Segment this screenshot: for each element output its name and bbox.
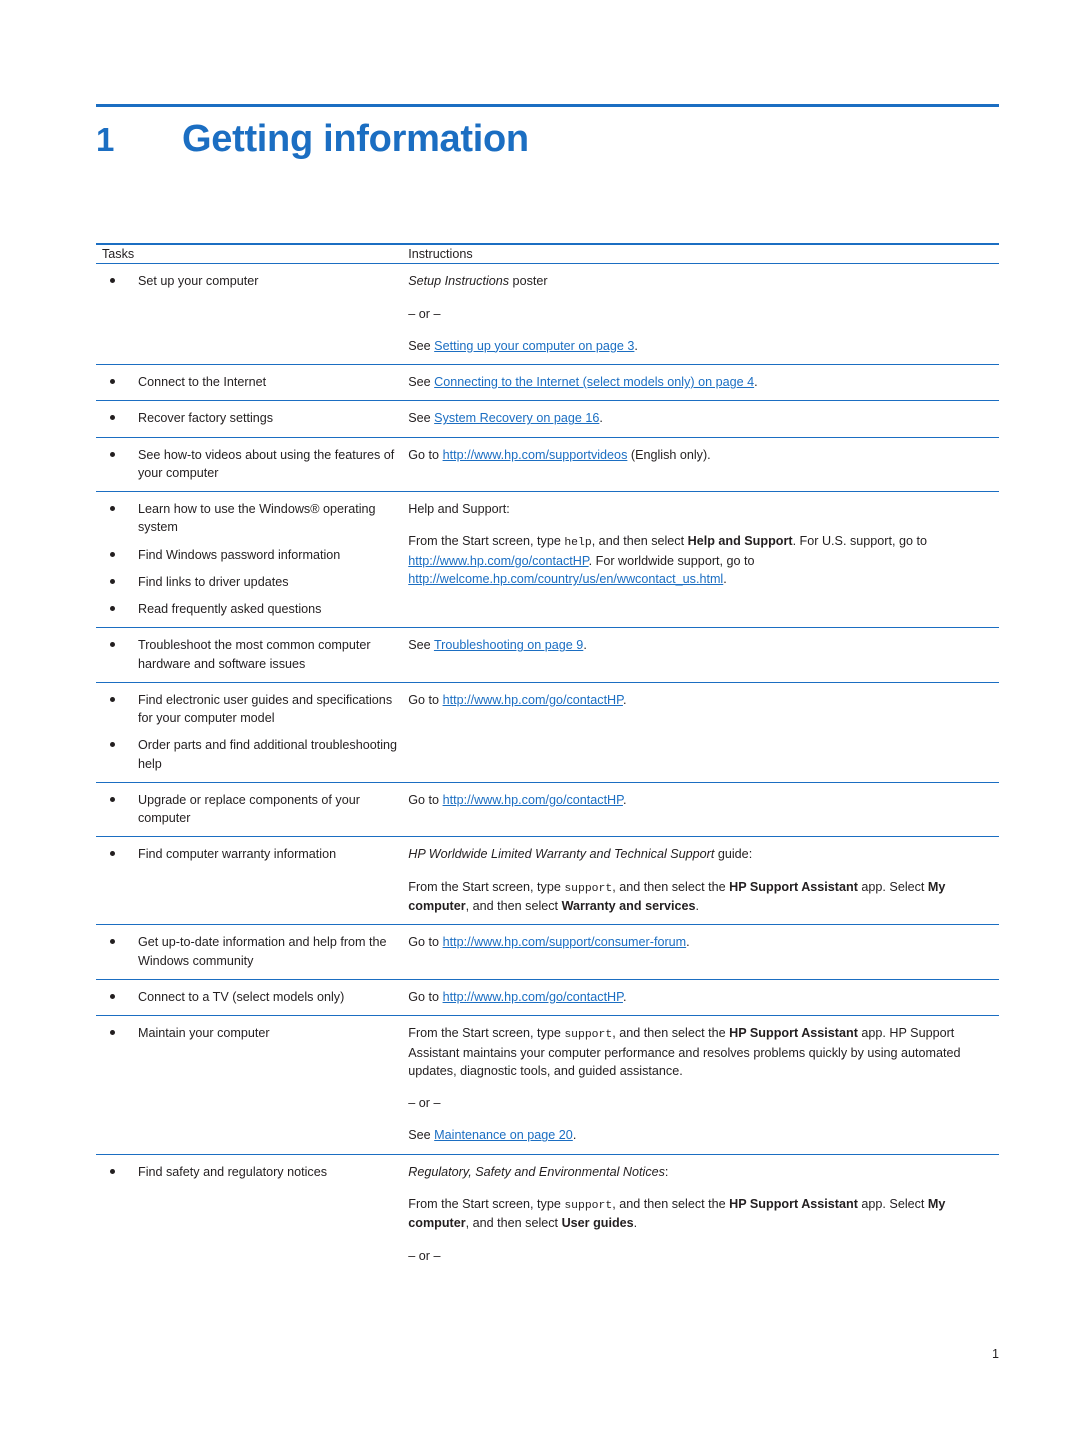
list-item: Upgrade or replace components of your co…	[102, 791, 402, 828]
chapter-title: Getting information	[182, 118, 529, 160]
page-number: 1	[991, 1347, 999, 1361]
task-list: Upgrade or replace components of your co…	[102, 791, 402, 828]
instruction-cell: See Troubleshooting on page 9.	[402, 627, 999, 683]
list-item: Connect to the Internet	[102, 373, 402, 391]
task-cell: Find safety and regulatory notices	[96, 1154, 402, 1274]
instruction-cell: From the Start screen, type support, and…	[402, 1015, 999, 1155]
cross-reference-link[interactable]: http://welcome.hp.com/country/us/en/wwco…	[408, 572, 723, 586]
instruction-cell: Go to http://www.hp.com/supportvideos (E…	[402, 437, 999, 492]
task-list: Maintain your computer	[102, 1024, 402, 1042]
table-row: Maintain your computer From the Start scr…	[96, 1015, 999, 1155]
table-row: Find electronic user guides and specific…	[96, 682, 999, 783]
task-list: Connect to the Internet	[102, 373, 402, 391]
table-row: Find computer warranty information HP Wor…	[96, 836, 999, 926]
cross-reference-link[interactable]: http://www.hp.com/go/contactHP	[443, 693, 623, 707]
tasks-instructions-table: Tasks Instructions Set up your computer S…	[96, 243, 999, 1274]
cross-reference-link[interactable]: Connecting to the Internet (select model…	[434, 375, 754, 389]
instruction-cell: See Connecting to the Internet (select m…	[402, 364, 999, 402]
task-cell: Recover factory settings	[96, 400, 403, 438]
column-header-instructions: Instructions	[402, 243, 999, 265]
list-item: Read frequently asked questions	[102, 600, 402, 618]
cross-reference-link[interactable]: Maintenance on page 20	[434, 1128, 573, 1142]
instruction-cell: HP Worldwide Limited Warranty and Techni…	[402, 836, 999, 926]
list-item: Learn how to use the Windows® operating …	[102, 500, 402, 537]
cross-reference-link[interactable]: http://www.hp.com/supportvideos	[443, 448, 628, 462]
task-list: Set up your computer	[102, 272, 402, 290]
task-cell: See how-to videos about using the featur…	[96, 437, 403, 492]
list-item: Set up your computer	[102, 272, 402, 290]
task-list: Find computer warranty information	[102, 845, 402, 863]
page-title: 1 Getting information	[96, 118, 999, 161]
chapter-number: 1	[96, 121, 115, 158]
table-row: See how-to videos about using the featur…	[96, 437, 999, 492]
column-header-tasks: Tasks	[96, 243, 403, 265]
task-cell: Maintain your computer	[96, 1015, 403, 1155]
list-item: Find electronic user guides and specific…	[102, 691, 402, 728]
task-cell: Find electronic user guides and specific…	[96, 682, 403, 783]
cross-reference-link[interactable]: http://www.hp.com/go/contactHP	[443, 793, 623, 807]
task-cell: Find computer warranty information	[96, 836, 403, 926]
instruction-cell: See System Recovery on page 16.	[402, 400, 999, 438]
table-row: Learn how to use the Windows® operating …	[96, 491, 999, 629]
task-list: See how-to videos about using the featur…	[102, 446, 402, 483]
cross-reference-link[interactable]: Troubleshooting on page 9	[434, 638, 583, 652]
task-list: Find electronic user guides and specific…	[102, 691, 402, 773]
cross-reference-link[interactable]: http://www.hp.com/go/contactHP	[408, 554, 588, 568]
list-item: Connect to a TV (select models only)	[102, 988, 402, 1006]
list-item: Maintain your computer	[102, 1024, 402, 1042]
task-cell: Connect to the Internet	[96, 364, 403, 402]
table-row: Get up-to-date information and help from…	[96, 924, 999, 980]
task-cell: Get up-to-date information and help from…	[96, 924, 403, 980]
table-row: Set up your computer Setup Instructions p…	[96, 263, 999, 365]
cross-reference-link[interactable]: http://www.hp.com/go/contactHP	[443, 990, 623, 1004]
instruction-cell: Help and Support: From the Start screen, …	[402, 491, 999, 629]
cross-reference-link[interactable]: System Recovery on page 16	[434, 411, 599, 425]
table-row: Connect to a TV (select models only) Go t…	[96, 979, 999, 1017]
task-list: Learn how to use the Windows® operating …	[102, 500, 402, 618]
instruction-cell: Regulatory, Safety and Environmental Not…	[408, 1164, 946, 1263]
list-item: Recover factory settings	[102, 409, 402, 427]
list-item: Find Windows password information	[102, 546, 402, 564]
list-item: Find safety and regulatory notices	[102, 1163, 402, 1181]
table-row: Recover factory settings See System Recov…	[96, 400, 999, 438]
task-cell: Learn how to use the Windows® operating …	[96, 491, 403, 629]
cross-reference-link[interactable]: Setting up your computer on page 3	[434, 339, 634, 353]
task-list: Connect to a TV (select models only)	[102, 988, 402, 1006]
table-row: Find safety and regulatory notices Regula…	[96, 1154, 999, 1274]
list-item: Troubleshoot the most common computer ha…	[102, 636, 402, 673]
instruction-cell: Setup Instructions poster – or – See Setti…	[402, 263, 999, 365]
task-cell: Set up your computer	[96, 263, 403, 365]
list-item: Order parts and find additional troubles…	[102, 736, 402, 773]
task-list: Recover factory settings	[102, 409, 402, 427]
title-divider	[96, 104, 999, 107]
table-header-row: Tasks Instructions	[96, 243, 999, 265]
table-row: Connect to the Internet See Connecting to…	[96, 364, 999, 402]
cross-reference-link[interactable]: http://www.hp.com/support/consumer-forum	[443, 935, 687, 949]
task-list: Find safety and regulatory notices	[102, 1163, 402, 1181]
task-cell: Connect to a TV (select models only)	[96, 979, 403, 1017]
list-item: See how-to videos about using the featur…	[102, 446, 402, 483]
table-body: Set up your computer Setup Instructions p…	[96, 263, 999, 1274]
instruction-cell: Go to http://www.hp.com/go/contactHP.	[402, 682, 999, 783]
task-list: Get up-to-date information and help from…	[102, 933, 402, 970]
table-header: Tasks Instructions	[96, 243, 999, 265]
list-item: Find links to driver updates	[102, 573, 402, 591]
instruction-cell: Go to http://www.hp.com/support/consumer…	[402, 924, 999, 980]
instruction-cell: Go to http://www.hp.com/go/contactHP.	[402, 979, 999, 1017]
task-cell: Upgrade or replace components of your co…	[96, 782, 403, 838]
list-item: Get up-to-date information and help from…	[102, 933, 402, 970]
task-list: Troubleshoot the most common computer ha…	[102, 636, 402, 673]
instruction-cell: Go to http://www.hp.com/go/contactHP.	[402, 782, 999, 838]
table-row: Troubleshoot the most common computer ha…	[96, 627, 999, 683]
table-row: Upgrade or replace components of your co…	[96, 782, 999, 838]
task-cell: Troubleshoot the most common computer ha…	[96, 627, 403, 683]
list-item: Find computer warranty information	[102, 845, 402, 863]
document-page: 1 Getting information Tasks Instructions…	[0, 0, 1080, 1437]
